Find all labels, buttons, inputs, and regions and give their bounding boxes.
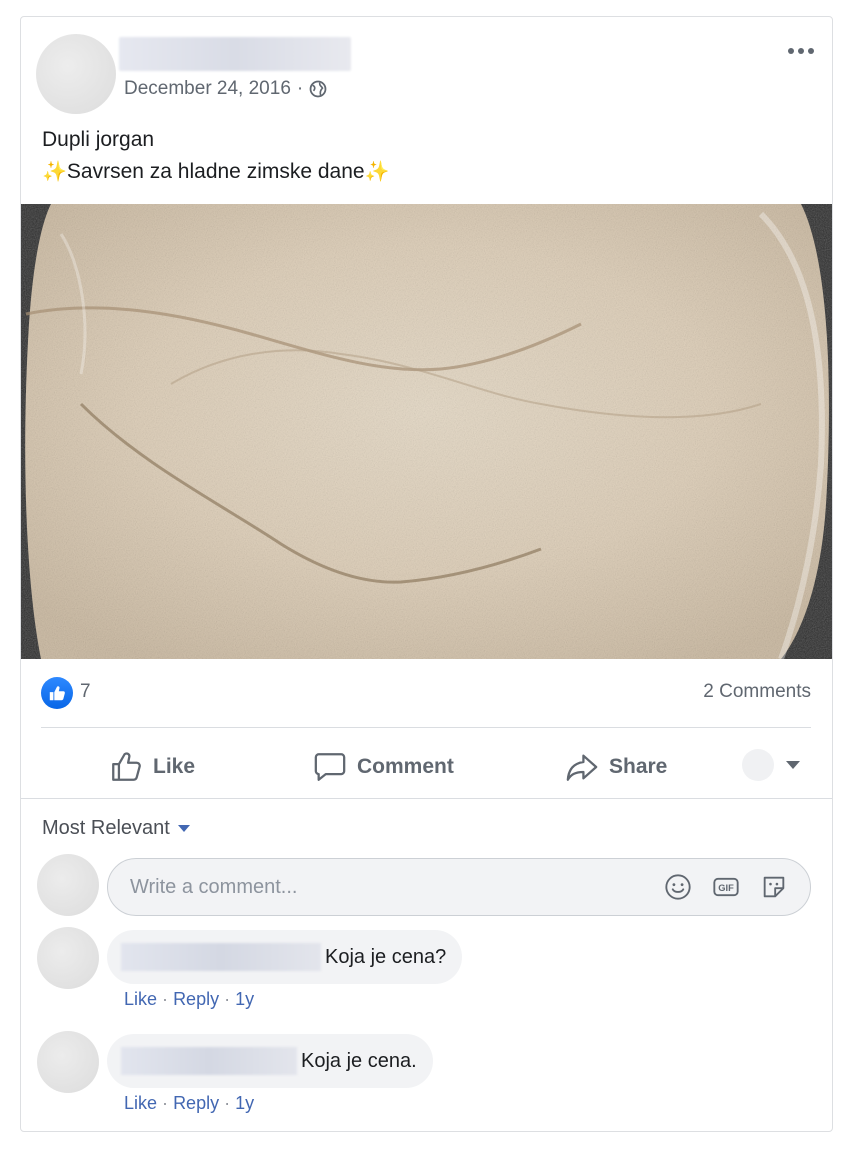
- current-user-avatar[interactable]: [37, 854, 99, 916]
- like-button-label: Like: [153, 755, 196, 778]
- comment-age[interactable]: 1y: [235, 989, 254, 1009]
- comment-sort-dropdown[interactable]: Most Relevant: [42, 817, 190, 840]
- comment-bubble: Koja je cena.: [107, 1034, 433, 1088]
- comment-like-link[interactable]: Like: [124, 989, 157, 1009]
- meta-separator: ·: [224, 989, 231, 1009]
- comment-reply-link[interactable]: Reply: [173, 989, 219, 1009]
- comment-button[interactable]: Comment: [313, 750, 454, 784]
- like-count[interactable]: 7: [80, 681, 91, 703]
- sticker-icon[interactable]: [760, 873, 788, 901]
- share-arrow-icon: [566, 754, 598, 781]
- thumbs-up-icon: [112, 752, 141, 781]
- composer-icons: GIF: [664, 873, 788, 901]
- commenter-avatar[interactable]: [37, 1031, 99, 1093]
- sort-label: Most Relevant: [42, 817, 170, 839]
- commenter-name-redacted[interactable]: [121, 943, 321, 971]
- divider: [21, 798, 832, 799]
- commenter-name-redacted[interactable]: [121, 1047, 297, 1075]
- comment-meta: Like · Reply · 1y: [124, 989, 254, 1010]
- commenter-avatar[interactable]: [37, 927, 99, 989]
- gif-icon[interactable]: GIF: [712, 873, 740, 901]
- post-text: Dupli jorgan ✨Savrsen za hladne zimske d…: [42, 124, 389, 188]
- profile-thumbnail: [742, 749, 774, 781]
- sparkle-emoji-left: ✨: [42, 161, 67, 183]
- meta-separator: ·: [224, 1093, 231, 1113]
- comment-meta: Like · Reply · 1y: [124, 1093, 254, 1114]
- like-reaction-icon[interactable]: [41, 677, 73, 709]
- comment-bubble: Koja je cena?: [107, 930, 463, 984]
- svg-text:GIF: GIF: [718, 883, 734, 893]
- divider: [41, 727, 811, 728]
- post-text-line-2: ✨Savrsen za hladne zimske dane✨: [42, 156, 389, 188]
- blanket-image: [21, 204, 832, 659]
- author-name-redacted[interactable]: [119, 37, 351, 71]
- comment-reply-link[interactable]: Reply: [173, 1093, 219, 1113]
- comment-text: Koja je cena.: [301, 1049, 417, 1072]
- post-date[interactable]: December 24, 2016: [124, 78, 291, 100]
- post-photo[interactable]: [21, 204, 832, 659]
- chevron-down-icon: [786, 761, 800, 769]
- emoji-icon[interactable]: [664, 873, 692, 901]
- meta-separator: ·: [162, 989, 169, 1009]
- more-options-icon[interactable]: [788, 45, 818, 57]
- post-text-line-1: Dupli jorgan: [42, 128, 155, 151]
- like-button[interactable]: Like: [109, 750, 195, 784]
- comment-text: Koja je cena?: [325, 945, 447, 968]
- share-button-label: Share: [609, 755, 668, 778]
- meta-separator: ·: [296, 78, 304, 99]
- post-meta: December 24, 2016 ·: [124, 78, 327, 100]
- caret-down-icon: [177, 825, 190, 832]
- comments-count[interactable]: 2 Comments: [703, 681, 811, 703]
- meta-separator: ·: [162, 1093, 169, 1113]
- reaction-audience-selector[interactable]: [742, 749, 800, 781]
- post-card: December 24, 2016 · Dupli jorgan ✨Savrse…: [20, 16, 833, 1132]
- post-actions-bar: Like Comment Share: [41, 739, 811, 795]
- sparkle-emoji-right: ✨: [364, 161, 390, 183]
- comment-button-label: Comment: [357, 755, 454, 778]
- comment-composer[interactable]: GIF: [107, 858, 811, 916]
- comment-age[interactable]: 1y: [235, 1093, 254, 1113]
- comment-like-link[interactable]: Like: [124, 1093, 157, 1113]
- comment-input[interactable]: [130, 875, 630, 899]
- post-text-line-2-text: Savrsen za hladne zimske dane: [66, 160, 365, 183]
- author-avatar[interactable]: [36, 34, 116, 114]
- share-button[interactable]: Share: [565, 750, 667, 784]
- comment-bubble-icon: [314, 753, 346, 781]
- globe-icon: [309, 80, 327, 98]
